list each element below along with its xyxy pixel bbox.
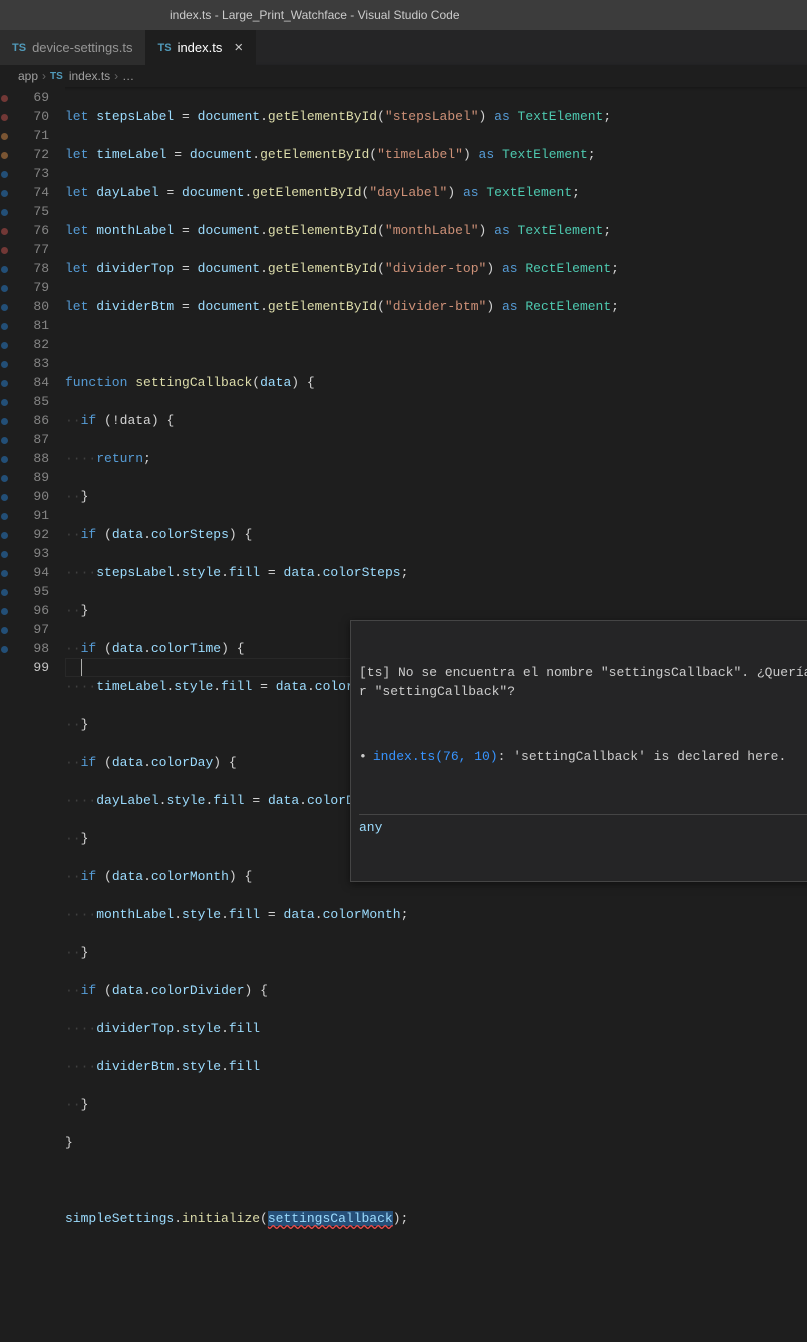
line-number: 81	[10, 316, 49, 335]
error-token[interactable]: settingsCallback	[268, 1211, 393, 1226]
chevron-right-icon: ›	[42, 69, 46, 83]
line-number: 97	[10, 620, 49, 639]
hover-link[interactable]: index.ts(76, 10)	[373, 749, 498, 764]
line-number: 94	[10, 563, 49, 582]
overview-marker	[1, 418, 8, 425]
overview-marker	[1, 133, 8, 140]
overview-marker	[1, 551, 8, 558]
overview-marker	[1, 266, 8, 273]
line-number: 87	[10, 430, 49, 449]
line-number: 88	[10, 449, 49, 468]
overview-marker	[1, 608, 8, 615]
line-number: 72	[10, 145, 49, 164]
line-number: 71	[10, 126, 49, 145]
overview-marker	[1, 437, 8, 444]
overview-marker	[1, 247, 8, 254]
overview-marker	[1, 380, 8, 387]
line-number: 89	[10, 468, 49, 487]
line-number: 85	[10, 392, 49, 411]
line-number: 93	[10, 544, 49, 563]
overview-marker	[1, 494, 8, 501]
overview-ruler	[0, 87, 10, 671]
line-number: 78	[10, 259, 49, 278]
breadcrumb-segment[interactable]: app	[18, 69, 38, 83]
line-number: 76	[10, 221, 49, 240]
overview-marker	[1, 190, 8, 197]
bullet-icon: •	[359, 747, 367, 766]
editor-hover-tooltip: [ts] No se encuentra el nombre "settings…	[350, 620, 807, 882]
text-cursor	[81, 659, 82, 676]
overview-marker	[1, 532, 8, 539]
line-number: 82	[10, 335, 49, 354]
overview-marker	[1, 171, 8, 178]
hover-declaration: : 'settingCallback' is declared here.	[498, 749, 787, 764]
line-number: 91	[10, 506, 49, 525]
window-title: index.ts - Large_Print_Watchface - Visua…	[170, 8, 460, 22]
tab-index[interactable]: TS index.ts ×	[146, 30, 257, 65]
hover-message: [ts] No se encuentra el nombre "settings…	[359, 663, 807, 701]
typescript-icon: TS	[158, 42, 172, 54]
typescript-icon: TS	[50, 71, 63, 82]
overview-marker	[1, 627, 8, 634]
tab-label: device-settings.ts	[32, 40, 132, 55]
line-number: 96	[10, 601, 49, 620]
line-number: 69	[10, 88, 49, 107]
line-number: 73	[10, 164, 49, 183]
editor[interactable]: 6970717273747576777879808182838485868788…	[0, 87, 807, 671]
close-icon[interactable]: ×	[234, 39, 243, 56]
line-number: 70	[10, 107, 49, 126]
overview-marker	[1, 95, 8, 102]
line-number: 84	[10, 373, 49, 392]
line-number-gutter: 6970717273747576777879808182838485868788…	[10, 87, 65, 671]
line-number: 90	[10, 487, 49, 506]
overview-marker	[1, 209, 8, 216]
overview-marker	[1, 304, 8, 311]
chevron-right-icon: ›	[114, 69, 118, 83]
line-number: 74	[10, 183, 49, 202]
line-number: 79	[10, 278, 49, 297]
overview-marker	[1, 475, 8, 482]
overview-marker	[1, 456, 8, 463]
overview-marker	[1, 285, 8, 292]
overview-marker	[1, 399, 8, 406]
line-number: 80	[10, 297, 49, 316]
tab-bar: TS device-settings.ts TS index.ts ×	[0, 30, 807, 65]
tab-device-settings[interactable]: TS device-settings.ts	[0, 30, 146, 65]
hover-type: any	[359, 814, 807, 837]
overview-marker	[1, 114, 8, 121]
typescript-icon: TS	[12, 42, 26, 54]
code-content[interactable]: let stepsLabel = document.getElementById…	[65, 87, 807, 671]
line-number: 86	[10, 411, 49, 430]
line-number: 95	[10, 582, 49, 601]
line-number: 92	[10, 525, 49, 544]
overview-marker	[1, 323, 8, 330]
overview-marker	[1, 513, 8, 520]
overview-marker	[1, 570, 8, 577]
breadcrumb[interactable]: app › TS index.ts › …	[0, 65, 807, 87]
overview-marker	[1, 361, 8, 368]
overview-marker	[1, 152, 8, 159]
overview-marker	[1, 646, 8, 653]
tab-label: index.ts	[178, 40, 223, 55]
overview-marker	[1, 228, 8, 235]
overview-marker	[1, 342, 8, 349]
title-bar: index.ts - Large_Print_Watchface - Visua…	[0, 0, 807, 30]
line-number: 75	[10, 202, 49, 221]
line-number: 98	[10, 639, 49, 658]
line-number: 77	[10, 240, 49, 259]
breadcrumb-segment[interactable]: index.ts	[69, 69, 110, 83]
line-number: 99	[10, 658, 49, 677]
breadcrumb-more[interactable]: …	[122, 69, 134, 83]
overview-marker	[1, 589, 8, 596]
line-number: 83	[10, 354, 49, 373]
